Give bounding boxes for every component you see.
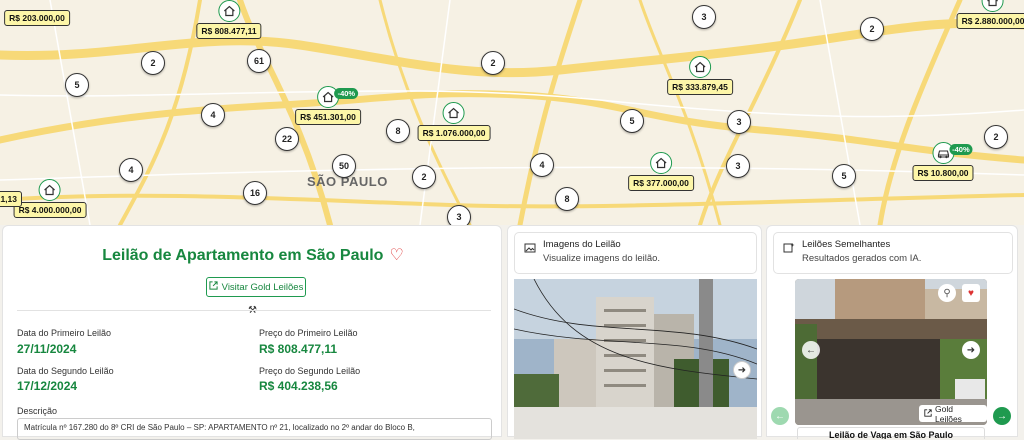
carousel-prev-button[interactable]: ← — [771, 407, 789, 425]
images-subtitle: Visualize imagens do leilão. — [543, 253, 661, 264]
price-tag: R$ 4.000.000,00 — [13, 202, 87, 218]
external-link-icon — [924, 408, 932, 419]
map-price-pin[interactable]: R$ 333.879,45 — [667, 56, 733, 95]
map-price-pin[interactable]: -40% R$ 451.301,00 — [295, 86, 361, 125]
map-price-pin[interactable]: R$ 4.000.000,00 — [13, 179, 87, 218]
map-cluster[interactable]: 3 — [692, 5, 716, 29]
second-date-value: 17/12/2024 — [17, 379, 78, 393]
price-tag: R$ 808.477,11 — [196, 23, 262, 39]
second-price-value: R$ 404.238,56 — [259, 379, 338, 393]
map-cluster[interactable]: 50 — [332, 154, 356, 178]
map-cluster[interactable]: 3 — [447, 205, 471, 225]
auction-title-row: Leilão de Apartamento em São Paulo ♡ — [3, 245, 503, 265]
price-tag: 521,13 — [0, 191, 22, 207]
map-cluster[interactable]: 5 — [65, 73, 89, 97]
auction-title: Leilão de Apartamento em São Paulo — [102, 247, 384, 264]
map-cluster[interactable]: 8 — [555, 187, 579, 211]
house-icon — [218, 0, 240, 22]
image-icon — [524, 241, 536, 259]
auction-photo[interactable]: ➜ — [514, 279, 757, 439]
first-price-label: Preço do Primeiro Leilão — [259, 328, 358, 338]
location-pin-icon[interactable]: ⚲ — [938, 284, 956, 302]
similar-auctions-panel: Leilões Semelhantes Resultados gerados c… — [766, 225, 1018, 439]
visit-gold-leiloes-button[interactable]: Visitar Gold Leilões — [206, 277, 306, 297]
similar-subtitle: Resultados gerados com IA. — [802, 253, 922, 264]
carousel-next-button[interactable]: → — [993, 407, 1011, 425]
house-icon — [442, 102, 465, 124]
first-price-value: R$ 808.477,11 — [259, 342, 338, 356]
discount-badge: -40% — [949, 144, 973, 155]
price-tag: R$ 1.076.000,00 — [417, 125, 491, 141]
prev-image-button[interactable]: ← — [802, 341, 820, 359]
discount-badge: -40% — [334, 88, 359, 99]
second-price-label: Preço do Segundo Leilão — [259, 366, 361, 376]
images-title: Imagens do Leilão — [543, 239, 621, 250]
price-tag: R$ 333.879,45 — [667, 79, 733, 95]
map-cluster[interactable]: 4 — [201, 103, 225, 127]
description-label: Descrição — [17, 406, 58, 416]
map-cluster[interactable]: 5 — [832, 164, 856, 188]
map-price-pin[interactable]: R$ 203.000,00 — [4, 0, 70, 26]
map-cluster[interactable]: 2 — [412, 165, 436, 189]
similar-title: Leilões Semelhantes — [802, 239, 891, 250]
map-cluster[interactable]: 2 — [984, 125, 1008, 149]
favorite-heart-icon[interactable]: ♥ — [962, 284, 980, 302]
first-date-label: Data do Primeiro Leilão — [17, 328, 112, 338]
similar-card-title[interactable]: Leilão de Vaga em São Paulo — [797, 427, 985, 439]
next-image-button[interactable]: ➜ — [962, 341, 980, 359]
map-price-pin[interactable]: -40% R$ 10.800,00 — [912, 142, 974, 181]
map-price-pin[interactable]: R$ 1.076.000,00 — [417, 102, 491, 141]
house-icon — [650, 152, 672, 174]
next-image-button[interactable]: ➜ — [733, 361, 751, 379]
map-cluster[interactable]: 2 — [481, 51, 505, 75]
price-tag: R$ 377.000,00 — [628, 175, 694, 191]
house-icon — [689, 56, 711, 78]
house-icon — [981, 0, 1004, 12]
heart-icon[interactable]: ♡ — [389, 247, 403, 264]
map-price-pin[interactable]: R$ 808.477,11 — [196, 0, 262, 39]
map-price-pin[interactable]: 521,13 — [0, 168, 22, 207]
map-cluster[interactable]: 22 — [275, 127, 299, 151]
second-date-label: Data do Segundo Leilão — [17, 366, 114, 376]
ai-sparkle-icon — [783, 241, 795, 259]
map-cluster[interactable]: 16 — [243, 181, 267, 205]
map-price-pin[interactable]: R$ 2.880.000,00 — [956, 0, 1024, 29]
map-cluster[interactable]: 4 — [119, 158, 143, 182]
price-tag: R$ 2.880.000,00 — [956, 13, 1024, 29]
map-cluster[interactable]: 8 — [386, 119, 410, 143]
similar-header: Leilões Semelhantes Resultados gerados c… — [773, 232, 1013, 274]
auction-details-panel: Leilão de Apartamento em São Paulo ♡ Visi… — [2, 225, 503, 440]
map-cluster[interactable]: 3 — [726, 154, 750, 178]
auction-images-panel: Imagens do Leilão Visualize imagens do l… — [507, 225, 762, 439]
external-link-icon — [209, 281, 218, 293]
price-tag: R$ 203.000,00 — [4, 10, 70, 26]
map-cluster[interactable]: 4 — [530, 153, 554, 177]
images-header: Imagens do Leilão Visualize imagens do l… — [514, 232, 757, 274]
first-date-value: 27/11/2024 — [17, 342, 77, 356]
price-tag: R$ 451.301,00 — [295, 109, 361, 125]
map-cluster[interactable]: 61 — [247, 49, 271, 73]
divider — [17, 310, 491, 311]
auction-map[interactable]: SÃO PAULO 61 2 3 2 5 4 2 22 8 50 5 3 4 3… — [0, 0, 1024, 225]
visit-button-label: Visitar Gold Leilões — [221, 281, 304, 293]
house-icon — [38, 179, 61, 201]
building-photo-image — [514, 279, 757, 439]
map-cluster[interactable]: 2 — [141, 51, 165, 75]
map-cluster[interactable]: 3 — [727, 110, 751, 134]
map-cluster[interactable]: 5 — [620, 109, 644, 133]
map-cluster[interactable]: 2 — [860, 17, 884, 41]
map-price-pin[interactable]: R$ 377.000,00 — [628, 152, 694, 191]
price-tag: R$ 10.800,00 — [912, 165, 974, 181]
gold-leiloes-badge[interactable]: Gold Leilões — [919, 403, 987, 424]
similar-auction-card-photo[interactable]: ⚲ ♥ ← ➜ Gold Leilões — [795, 279, 987, 425]
badge-label: Gold Leilões — [935, 403, 962, 424]
